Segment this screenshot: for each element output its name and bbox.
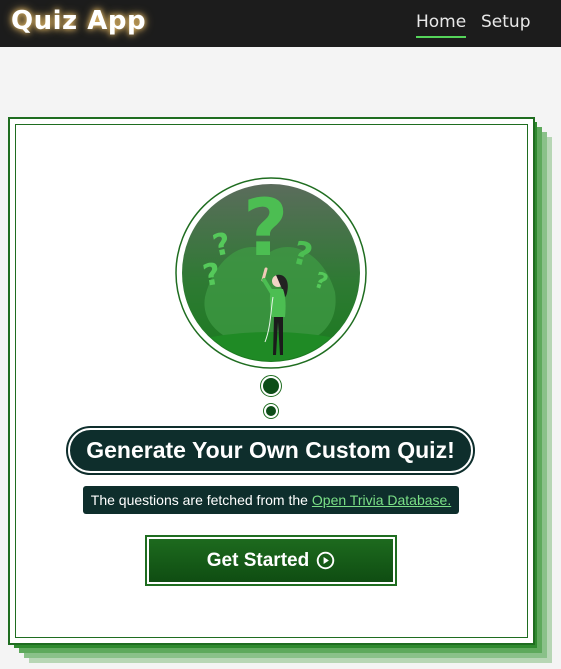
get-started-label: Get Started [206,549,310,571]
nav-home-link[interactable]: Home [416,12,467,38]
svg-text:?: ? [243,184,288,274]
thought-bubble-large [260,375,282,397]
nav-setup-link[interactable]: Setup [481,12,530,36]
question-marks-person-illustration: ? ? ? ? ? [175,177,367,369]
hero-title: Generate Your Own Custom Quiz! [66,426,475,475]
hero-subtitle: The questions are fetched from the Open … [83,486,459,514]
subtitle-text: The questions are fetched from the [90,492,308,508]
play-circle-icon [316,551,335,570]
top-navbar: Quiz App Home Setup [0,0,561,47]
thought-bubble-small [263,403,279,419]
get-started-button[interactable]: Get Started [145,535,397,586]
app-brand[interactable]: Quiz App [11,6,146,36]
open-trivia-database-link[interactable]: Open Trivia Database. [312,492,451,508]
